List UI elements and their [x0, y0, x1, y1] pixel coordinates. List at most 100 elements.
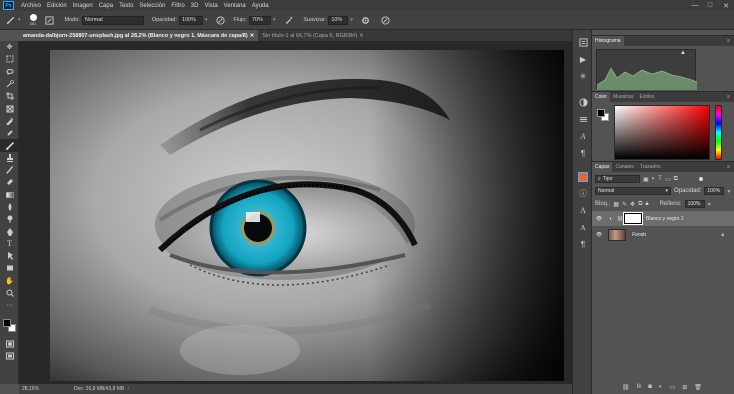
- filter-shape-icon[interactable]: ▭: [665, 176, 671, 183]
- minimize-button[interactable]: —: [688, 0, 702, 11]
- more-tools-icon[interactable]: ···: [0, 299, 19, 311]
- menu-ventana[interactable]: Ventana: [221, 3, 249, 9]
- gradient-tool-icon[interactable]: [0, 189, 19, 201]
- flow-input[interactable]: 70%: [248, 15, 271, 25]
- chain-link-icon[interactable]: ⛓︎: [616, 216, 624, 222]
- visibility-eye-icon[interactable]: 👁︎: [592, 216, 606, 222]
- layer-row-fondo[interactable]: 👁︎ Fondo 🔒︎: [592, 227, 734, 243]
- new-layer-icon[interactable]: ⊞: [682, 384, 687, 391]
- filter-type-icon[interactable]: T: [658, 176, 662, 182]
- menu-archivo[interactable]: Archivo: [18, 3, 44, 9]
- frame-tool-icon[interactable]: [0, 102, 19, 114]
- brush-tool-icon[interactable]: [0, 139, 19, 152]
- glyph-panel-icon[interactable]: A: [573, 128, 593, 145]
- hand-tool-icon[interactable]: ✋: [0, 275, 19, 287]
- chevron-down-icon[interactable]: ▾: [18, 17, 21, 23]
- color-picker-field[interactable]: [614, 105, 710, 160]
- blend-mode-select[interactable]: Normal ▾: [595, 187, 671, 195]
- lock-move-icon[interactable]: ✥: [630, 201, 635, 208]
- folder-icon[interactable]: ▭: [670, 384, 676, 391]
- panel-menu-icon[interactable]: ≡: [727, 38, 730, 44]
- menu-capa[interactable]: Capa: [96, 3, 116, 9]
- gear-icon[interactable]: [361, 15, 371, 25]
- menu-texto[interactable]: Texto: [116, 3, 136, 9]
- mode-select[interactable]: Normal: [81, 15, 144, 25]
- zoom-level[interactable]: 28,16%: [22, 386, 68, 392]
- menu-ayuda[interactable]: Ayuda: [249, 3, 272, 9]
- layer-name[interactable]: Fondo: [632, 232, 646, 238]
- eraser-tool-icon[interactable]: [0, 176, 19, 188]
- quick-select-tool-icon[interactable]: [0, 78, 19, 90]
- tab-histogram[interactable]: Histograma: [592, 36, 624, 46]
- paragraph-panel-icon[interactable]: ¶: [573, 145, 593, 162]
- add-mask-icon[interactable]: ◙: [648, 384, 652, 391]
- clone-stamp-tool-icon[interactable]: [0, 152, 19, 164]
- filter-pixel-icon[interactable]: ▣: [643, 176, 649, 183]
- dodge-tool-icon[interactable]: [0, 213, 19, 225]
- tab-swatches[interactable]: Muestras: [610, 92, 637, 102]
- brush-preset-picker[interactable]: 361: [29, 14, 37, 26]
- libraries-panel-icon[interactable]: [573, 168, 593, 185]
- tab-paths[interactable]: Trazados: [637, 162, 664, 172]
- quick-mask-icon[interactable]: [0, 338, 19, 350]
- actions-panel-icon[interactable]: ▶: [573, 51, 593, 68]
- menu-3d[interactable]: 3D: [188, 3, 202, 9]
- menu-vista[interactable]: Vista: [201, 3, 220, 9]
- airbrush-icon[interactable]: [283, 15, 293, 25]
- link-layers-icon[interactable]: ⛓︎: [622, 384, 630, 391]
- filter-toggle-icon[interactable]: [698, 177, 703, 181]
- document-canvas[interactable]: [19, 41, 572, 384]
- pressure-size-icon[interactable]: [381, 15, 391, 25]
- close-icon[interactable]: ✕: [359, 33, 364, 39]
- menu-edicion[interactable]: Edición: [44, 3, 70, 9]
- panel-menu-icon[interactable]: ≡: [727, 164, 730, 170]
- fx-icon[interactable]: fx: [637, 384, 642, 391]
- pen-tool-icon[interactable]: [0, 225, 19, 237]
- marquee-tool-icon[interactable]: [0, 53, 19, 65]
- lasso-tool-icon[interactable]: [0, 66, 19, 78]
- brush-tool-icon[interactable]: [5, 15, 15, 25]
- type-tool-icon[interactable]: T: [0, 238, 19, 250]
- properties-panel-icon[interactable]: [573, 111, 593, 128]
- trash-icon[interactable]: 🗑︎: [694, 384, 702, 391]
- filter-adjustment-icon[interactable]: ◐: [652, 176, 656, 182]
- brush-settings-icon[interactable]: [45, 15, 55, 25]
- lock-artboard-icon[interactable]: ⧉: [638, 201, 642, 208]
- tab-channels[interactable]: Canales: [612, 162, 636, 172]
- lock-transparent-icon[interactable]: ▦: [613, 201, 619, 208]
- adjustment-layer-icon[interactable]: ◐: [659, 384, 663, 391]
- chevron-down-icon[interactable]: ▾: [273, 17, 276, 23]
- hue-slider[interactable]: [715, 105, 722, 160]
- close-icon[interactable]: ✕: [250, 33, 255, 39]
- character-panel-icon[interactable]: A: [573, 202, 593, 219]
- eye-photo[interactable]: [50, 50, 564, 381]
- menu-filtro[interactable]: Filtro: [168, 3, 187, 9]
- character-styles-panel-icon[interactable]: A: [573, 219, 593, 236]
- layer-mask-thumbnail[interactable]: [623, 212, 643, 225]
- chevron-down-icon[interactable]: ▾: [708, 201, 711, 208]
- foreground-color-swatch[interactable]: [597, 109, 605, 117]
- move-tool-icon[interactable]: ✥: [0, 41, 19, 53]
- opacity-input[interactable]: 100%: [178, 15, 203, 25]
- paragraph-styles-panel-icon[interactable]: ¶: [573, 236, 593, 253]
- menu-seleccion[interactable]: Selección: [136, 3, 168, 9]
- tab-layers[interactable]: Capas: [592, 162, 613, 172]
- panel-menu-icon[interactable]: ≡: [727, 94, 730, 100]
- chevron-down-icon[interactable]: ▾: [727, 188, 730, 195]
- tab-styles[interactable]: Estilos: [637, 92, 658, 102]
- info-panel-icon[interactable]: ⓘ: [573, 185, 593, 202]
- chevron-down-icon[interactable]: ▾: [205, 17, 208, 23]
- maximize-button[interactable]: □: [703, 0, 717, 11]
- close-window-button[interactable]: ✕: [719, 0, 733, 11]
- filter-smart-icon[interactable]: ⧉: [674, 176, 678, 183]
- path-selection-tool-icon[interactable]: [0, 250, 19, 262]
- crop-tool-icon[interactable]: [0, 90, 19, 102]
- history-panel-icon[interactable]: [573, 34, 593, 51]
- color-swatches[interactable]: [0, 316, 19, 338]
- layer-thumbnail[interactable]: [608, 229, 626, 241]
- layer-opacity-input[interactable]: 100%: [704, 187, 725, 195]
- zoom-tool-icon[interactable]: [0, 287, 19, 299]
- layer-filter-select[interactable]: ⌕ Tipo: [595, 175, 640, 183]
- menu-imagen[interactable]: Imagen: [70, 3, 96, 9]
- eyedropper-tool-icon[interactable]: [0, 115, 19, 127]
